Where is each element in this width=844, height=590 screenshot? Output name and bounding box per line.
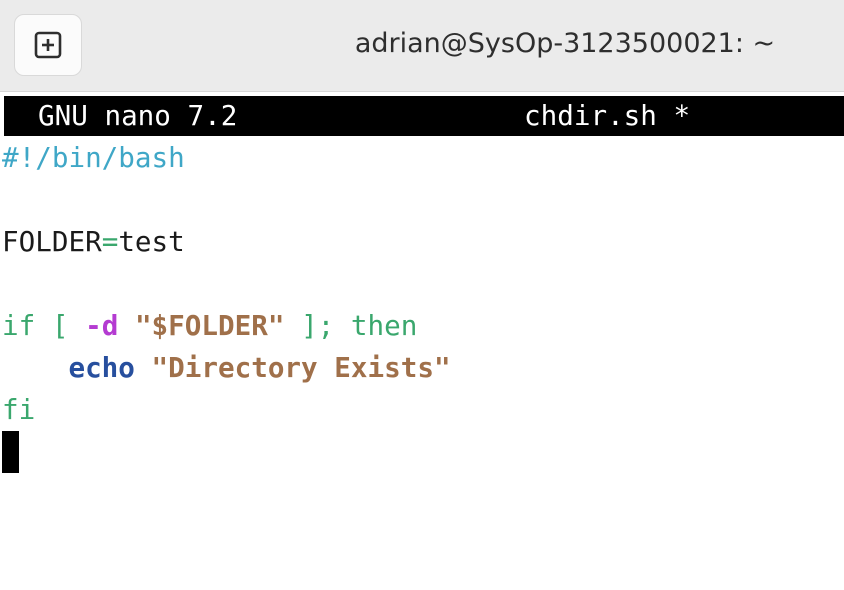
close-bracket: ];	[284, 309, 351, 342]
keyword-if: if	[2, 309, 36, 342]
code-line-1: #!/bin/bash	[2, 137, 842, 179]
text-cursor	[2, 431, 19, 473]
open-bracket: [	[35, 309, 86, 342]
string-literal: "$FOLDER"	[134, 309, 285, 342]
nano-header-bar: GNU nano 7.2 chdir.sh *	[4, 96, 844, 136]
window-title: adrian@SysOp-3123500021: ~	[354, 28, 776, 59]
code-line-8	[2, 431, 842, 473]
code-line-3: FOLDER=test	[2, 221, 842, 263]
keyword-fi: fi	[2, 393, 36, 426]
terminal-window: adrian@SysOp-3123500021: ~ GNU nano 7.2 …	[0, 0, 844, 590]
builtin-echo: echo	[68, 351, 135, 384]
plus-square-icon	[33, 30, 63, 60]
variable-name: FOLDER	[2, 225, 102, 258]
editor-buffer[interactable]: #!/bin/bash FOLDER=test if [ -d "$FOLDER…	[2, 137, 842, 473]
nano-version: GNU nano 7.2	[38, 99, 238, 132]
variable-value: test	[118, 225, 185, 258]
title-bar: adrian@SysOp-3123500021: ~	[0, 0, 844, 92]
shebang: #!/bin/bash	[2, 141, 185, 174]
assign-operator: =	[101, 225, 119, 258]
new-tab-button[interactable]	[14, 14, 82, 76]
code-line-5: if [ -d "$FOLDER" ]; then	[2, 305, 842, 347]
test-option: -d	[85, 309, 119, 342]
terminal-area[interactable]: GNU nano 7.2 chdir.sh * #!/bin/bash FOLD…	[0, 92, 844, 590]
string-literal: "Directory Exists"	[151, 351, 451, 384]
nano-filename: chdir.sh *	[524, 99, 691, 132]
keyword-then: then	[350, 309, 418, 342]
code-line-7: fi	[2, 389, 842, 431]
code-line-6: echo "Directory Exists"	[2, 347, 842, 389]
